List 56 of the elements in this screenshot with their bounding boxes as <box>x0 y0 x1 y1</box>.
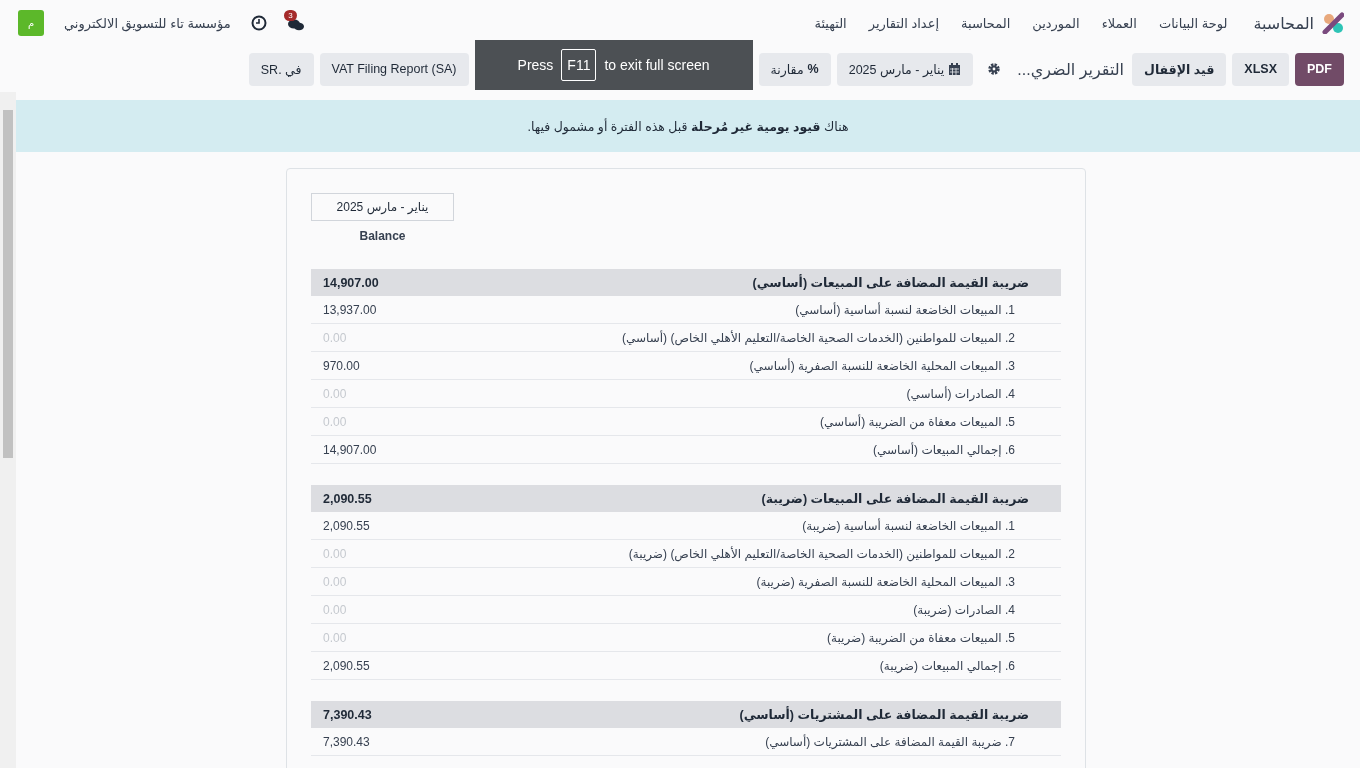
scrollbar[interactable] <box>0 92 16 768</box>
line-label[interactable]: 4. الصادرات (ضريبة) <box>913 602 1015 617</box>
app-logo-icon[interactable] <box>1322 12 1344 34</box>
line-value: 7,390.43 <box>323 734 370 749</box>
section-total: 7,390.43 <box>323 707 372 722</box>
line-label[interactable]: 7. ضريبة القيمة المضافة على المشتريات (أساسي) <box>765 734 1015 749</box>
compare-filter-button[interactable]: % مقارنة <box>758 52 831 86</box>
menu-item[interactable]: الموردين <box>1032 15 1080 31</box>
line-label[interactable]: 6. إجمالي المبيعات (ضريبة) <box>879 658 1015 673</box>
menu-item[interactable]: التهيئة <box>814 15 847 31</box>
calendar-icon <box>948 62 962 76</box>
line-label[interactable]: 4. الصادرات (أساسي) <box>906 386 1015 401</box>
alert-text: هناك قيود يومية غير مُرحلة قبل هذه الفترة أو مشمول فيها. <box>527 118 849 134</box>
date-filter-button[interactable]: يناير - مارس 2025 <box>836 52 974 86</box>
line-label[interactable]: 5. المبيعات معفاة من الضريبة (أساسي) <box>820 414 1015 429</box>
export-button[interactable]: قيد الإقفال <box>1132 52 1227 86</box>
line-label[interactable]: 2. المبيعات للمواطنين (الخدمات الصحية الخاصة/التعليم الأهلي الخاص) (ضريبة) <box>628 546 1015 561</box>
section-title: ضريبة القيمة المضافة على المبيعات (ضريبة) <box>761 491 1029 506</box>
line-label[interactable]: 6. إجمالي المبيعات (أساسي) <box>872 442 1015 457</box>
line-label[interactable]: 3. المبيعات المحلية الخاضعة للنسبة الصفرية (أساسي) <box>749 358 1015 373</box>
currency-filter-button[interactable]: في .SR <box>248 52 314 86</box>
report-title: التقرير الضري... <box>1017 59 1125 79</box>
clock-icon[interactable] <box>250 15 267 31</box>
report-filter-button[interactable]: VAT Filing Report (SA) <box>319 52 469 86</box>
company-name[interactable]: مؤسسة تاء للتسويق الالكتروني <box>64 15 231 31</box>
app-name[interactable]: المحاسبة <box>1253 13 1314 33</box>
column-label: Balance <box>359 229 406 243</box>
line-value: 2,090.55 <box>323 658 370 673</box>
chat-bubbles-icon <box>286 18 305 32</box>
menu-item[interactable]: لوحة البيانات <box>1158 15 1228 31</box>
menu-item[interactable]: المحاسبة <box>961 15 1011 31</box>
percent-icon: % <box>807 62 819 76</box>
line-value: 2,090.55 <box>323 518 370 533</box>
scrollbar-thumb[interactable] <box>3 110 13 458</box>
notice-text: Press <box>517 57 554 73</box>
line-label[interactable]: 2. المبيعات للمواطنين (الخدمات الصحية الخاصة/التعليم الأهلي الخاص) (أساسي) <box>621 330 1015 345</box>
section-total: 2,090.55 <box>323 491 372 506</box>
settings-icon[interactable] <box>987 62 1002 76</box>
section-title: ضريبة القيمة المضافة على المشتريات (أساسي) <box>739 707 1029 722</box>
column-period: يناير - مارس 2025 <box>311 193 454 221</box>
pdf-button[interactable]: PDF <box>1295 52 1344 86</box>
menu-item[interactable]: إعداد التقارير <box>868 15 940 31</box>
line-label[interactable]: 1. المبيعات الخاضعة لنسبة أساسية (ضريبة) <box>802 518 1015 533</box>
key-label: F11 <box>561 49 597 81</box>
section-title: ضريبة القيمة المضافة على المبيعات (أساسي) <box>752 275 1029 290</box>
line-label[interactable]: 5. المبيعات معفاة من الضريبة (ضريبة) <box>827 630 1015 645</box>
export-button[interactable]: XLSX <box>1232 52 1289 86</box>
line-value: 970.00 <box>323 358 360 373</box>
menu-item[interactable]: العملاء <box>1101 15 1137 31</box>
notice-text: to exit full screen <box>604 57 710 73</box>
message-count-badge: 3 <box>284 10 297 21</box>
section-total: 14,907.00 <box>323 275 379 290</box>
line-value: 13,937.00 <box>323 302 377 317</box>
line-label[interactable]: 1. المبيعات الخاضعة لنسبة أساسية (أساسي) <box>795 302 1015 317</box>
line-value: 14,907.00 <box>323 442 377 457</box>
line-label[interactable]: 3. المبيعات المحلية الخاضعة للنسبة الصفرية (ضريبة) <box>756 574 1015 589</box>
